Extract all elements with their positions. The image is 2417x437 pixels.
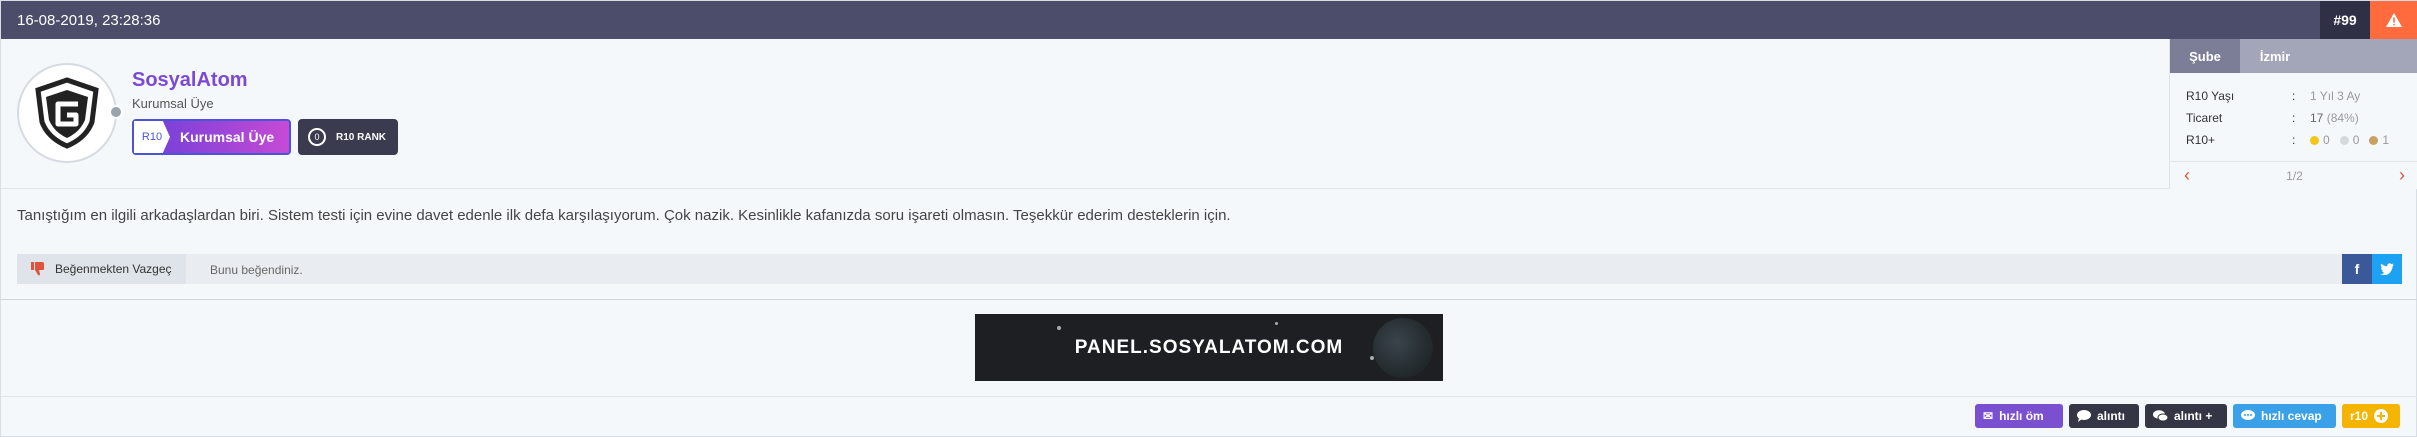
bronze-medal-icon — [2369, 136, 2379, 145]
facebook-share-button[interactable]: f — [2342, 254, 2372, 284]
divider — [1, 299, 2417, 300]
post-actions: ✉ hızlı öm alıntı alıntı + hızlı cevap r… — [1975, 404, 2400, 428]
share-buttons: f — [2342, 254, 2402, 284]
facebook-icon: f — [2354, 261, 2360, 277]
r10-tag: R10 — [134, 121, 170, 153]
user-info: SosyalAtom Kurumsal Üye R10 Kurumsal Üye… — [1, 39, 2169, 189]
star-decoration — [1275, 322, 1278, 325]
chats-icon — [2153, 410, 2168, 422]
post-card: 16-08-2019, 23:28:36 #99 SosyalAtom Kuru… — [0, 0, 2417, 437]
rank-badge: 0 R10 RANK — [298, 119, 398, 155]
banner-text: PANEL.SOSYALATOM.COM — [1074, 336, 1344, 358]
globe-decoration — [1373, 318, 1433, 378]
stat-r10plus: R10+ : 0 0 1 — [2186, 133, 2390, 147]
username-link[interactable]: SosyalAtom — [132, 69, 248, 92]
post-header: 16-08-2019, 23:28:36 #99 — [1, 1, 2417, 39]
stats-list: R10 Yaşı : 1 Yıl 3 Ay Ticaret : 17 (84%)… — [2170, 73, 2417, 151]
rank-label: R10 RANK — [336, 131, 387, 143]
post-date: 16-08-2019, 23:28:36 — [17, 12, 161, 29]
multi-quote-button[interactable]: alıntı + — [2145, 404, 2227, 428]
thumbs-down-icon — [31, 262, 44, 276]
chat-icon — [2077, 410, 2091, 422]
plus-icon — [2374, 409, 2389, 423]
signature-banner[interactable]: PANEL.SOSYALATOM.COM — [975, 314, 1443, 381]
post-number[interactable]: #99 — [2320, 1, 2370, 39]
tab-sube[interactable]: Şube — [2170, 39, 2240, 73]
tab-izmir[interactable]: İzmir — [2240, 39, 2310, 73]
location-tabs: Şube İzmir — [2170, 39, 2417, 73]
like-status: Bunu beğendiniz. — [210, 263, 303, 277]
reply-icon — [2241, 410, 2255, 420]
quick-reply-button[interactable]: hızlı cevap — [2233, 404, 2336, 428]
stats-pager: ‹ 1/2 › — [2170, 161, 2417, 189]
user-stats-panel: Şube İzmir R10 Yaşı : 1 Yıl 3 Ay Ticaret… — [2169, 39, 2417, 189]
offline-status-dot — [109, 105, 123, 119]
report-button[interactable] — [2370, 1, 2417, 39]
post-body: Tanıştığım en ilgili arkadaşlardan biri.… — [17, 207, 1231, 224]
mail-icon: ✉ — [1983, 409, 1994, 423]
star-decoration — [1057, 326, 1061, 330]
twitter-share-button[interactable] — [2372, 254, 2402, 284]
user-title: Kurumsal Üye — [132, 96, 214, 111]
stat-age: R10 Yaşı : 1 Yıl 3 Ay — [2186, 89, 2361, 103]
quick-pm-button[interactable]: ✉ hızlı öm — [1975, 404, 2063, 428]
corporate-member-badge: R10 Kurumsal Üye — [132, 119, 291, 155]
r10-plus-button[interactable]: r10 — [2342, 404, 2400, 428]
warning-icon — [2386, 13, 2402, 27]
stat-trade: Ticaret : 17 (84%) — [2186, 111, 2359, 125]
badge-label: Kurumsal Üye — [180, 129, 275, 145]
avatar[interactable] — [17, 63, 117, 163]
chevron-right-icon[interactable]: › — [2399, 165, 2405, 186]
divider — [1, 396, 2417, 397]
chevron-left-icon[interactable]: ‹ — [2184, 165, 2190, 186]
quote-button[interactable]: alıntı — [2069, 404, 2139, 428]
silver-medal-icon — [2339, 136, 2349, 145]
pager-label: 1/2 — [2286, 168, 2303, 183]
shield-logo-icon — [35, 77, 99, 149]
unlike-button[interactable]: Beğenmekten Vazgeç — [17, 254, 186, 284]
rank-count: 0 — [308, 128, 326, 146]
twitter-icon — [2380, 263, 2394, 275]
gold-medal-icon — [2310, 136, 2319, 145]
like-bar: Beğenmekten Vazgeç Bunu beğendiniz. f — [17, 254, 2402, 284]
